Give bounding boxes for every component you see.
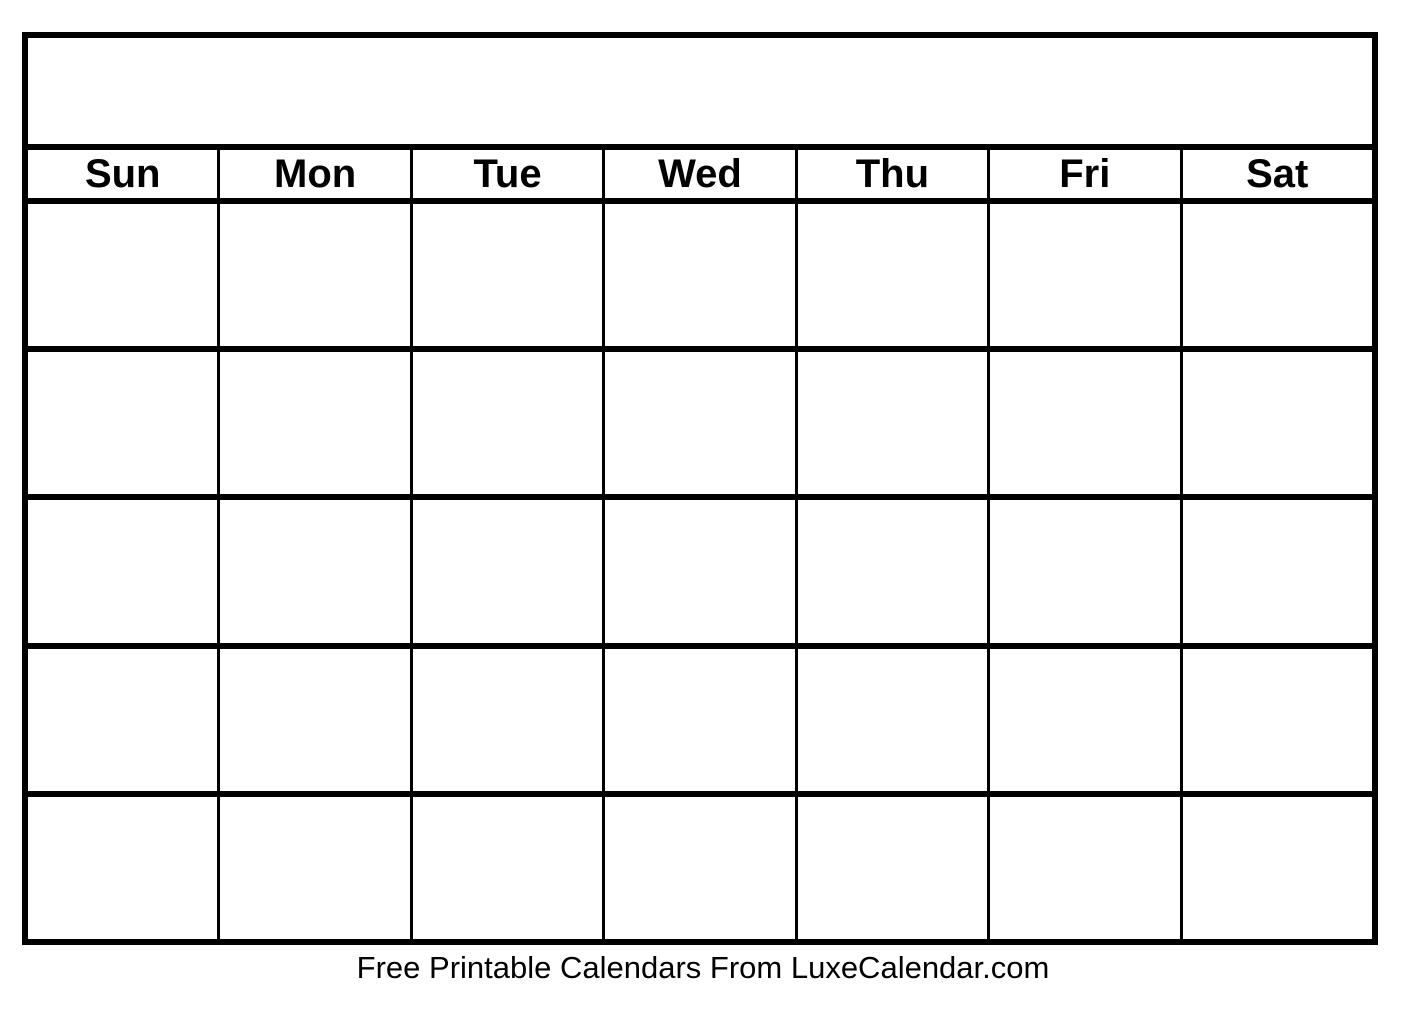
footer: Free Printable Calendars From LuxeCalend… bbox=[0, 952, 1406, 983]
calendar-body bbox=[28, 204, 1372, 940]
week-row bbox=[28, 648, 1372, 797]
day-cell[interactable] bbox=[990, 500, 1183, 643]
weekday-header-sat: Sat bbox=[1182, 150, 1372, 198]
day-cell[interactable] bbox=[605, 500, 798, 643]
weekday-label: Thu bbox=[855, 152, 930, 196]
day-cell[interactable] bbox=[28, 500, 221, 643]
calendar-title-bar[interactable] bbox=[28, 38, 1372, 150]
day-cell[interactable] bbox=[220, 352, 413, 495]
weekday-label: Fri bbox=[1059, 152, 1111, 196]
day-cell[interactable] bbox=[28, 796, 221, 940]
day-cell[interactable] bbox=[220, 648, 413, 791]
day-cell[interactable] bbox=[412, 648, 606, 791]
weekday-header-mon: Mon bbox=[220, 150, 413, 198]
day-cell[interactable] bbox=[605, 352, 798, 495]
day-cell[interactable] bbox=[990, 796, 1183, 940]
weekday-header-sun: Sun bbox=[28, 150, 221, 198]
calendar-grid: Sun Mon Tue Wed Thu Fri Sat bbox=[22, 32, 1378, 945]
week-row bbox=[28, 204, 1372, 353]
week-row bbox=[28, 352, 1372, 501]
weekday-header-thu: Thu bbox=[797, 150, 991, 198]
day-cell[interactable] bbox=[797, 352, 991, 495]
weekday-header-wed: Wed bbox=[605, 150, 798, 198]
day-cell[interactable] bbox=[28, 204, 221, 347]
day-cell[interactable] bbox=[797, 648, 991, 791]
day-cell[interactable] bbox=[220, 204, 413, 347]
week-row bbox=[28, 500, 1372, 649]
day-cell[interactable] bbox=[605, 204, 798, 347]
day-cell[interactable] bbox=[1182, 648, 1372, 791]
weekday-header-tue: Tue bbox=[412, 150, 606, 198]
day-cell[interactable] bbox=[990, 648, 1183, 791]
day-cell[interactable] bbox=[1182, 796, 1372, 940]
day-cell[interactable] bbox=[412, 204, 606, 347]
day-cell[interactable] bbox=[220, 500, 413, 643]
footer-credit-text: Free Printable Calendars From LuxeCalend… bbox=[356, 950, 1050, 985]
day-cell[interactable] bbox=[990, 204, 1183, 347]
day-cell[interactable] bbox=[412, 796, 606, 940]
day-cell[interactable] bbox=[412, 352, 606, 495]
day-cell[interactable] bbox=[797, 204, 991, 347]
day-cell[interactable] bbox=[1182, 204, 1372, 347]
weekday-label: Sat bbox=[1246, 152, 1309, 196]
day-cell[interactable] bbox=[797, 796, 991, 940]
day-cell[interactable] bbox=[797, 500, 991, 643]
weekday-header-row: Sun Mon Tue Wed Thu Fri Sat bbox=[28, 150, 1372, 204]
weekday-label: Sun bbox=[84, 152, 161, 196]
day-cell[interactable] bbox=[605, 648, 798, 791]
weekday-label: Wed bbox=[658, 152, 742, 196]
weekday-label: Mon bbox=[274, 152, 357, 196]
day-cell[interactable] bbox=[28, 352, 221, 495]
day-cell[interactable] bbox=[1182, 500, 1372, 643]
week-row bbox=[28, 796, 1372, 940]
day-cell[interactable] bbox=[605, 796, 798, 940]
day-cell[interactable] bbox=[28, 648, 221, 791]
calendar-page: Sun Mon Tue Wed Thu Fri Sat Free Printab… bbox=[0, 0, 1406, 1020]
weekday-header-fri: Fri bbox=[990, 150, 1183, 198]
day-cell[interactable] bbox=[412, 500, 606, 643]
day-cell[interactable] bbox=[220, 796, 413, 940]
day-cell[interactable] bbox=[1182, 352, 1372, 495]
weekday-label: Tue bbox=[473, 152, 542, 196]
day-cell[interactable] bbox=[990, 352, 1183, 495]
